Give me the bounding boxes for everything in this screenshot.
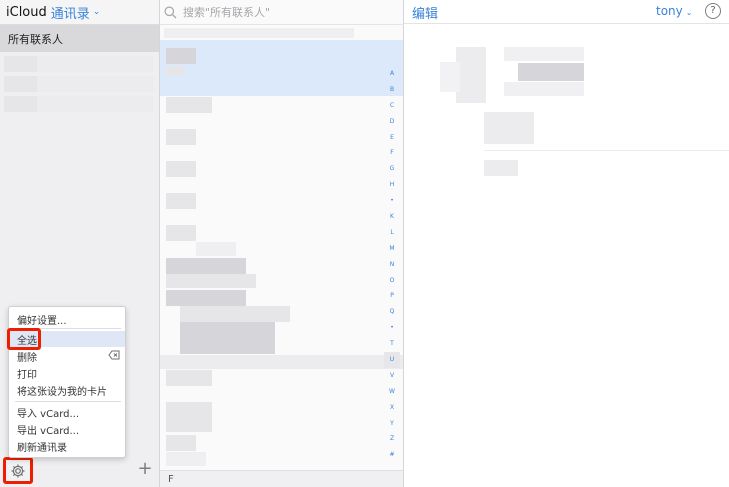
alphabet-index-letter[interactable]: L [390, 225, 393, 241]
menu-item-print[interactable]: 打印 [9, 365, 125, 381]
account-menu[interactable]: tony ⌄ [656, 4, 692, 18]
alphabet-index-letter[interactable]: P [390, 288, 394, 304]
search-input[interactable] [181, 4, 385, 20]
contact-field-blurred [484, 112, 534, 144]
contacts-app: iCloud 通讯录 ⌄ 所有联系人 + 偏好设置... 全选 删除 打印 将这… [0, 0, 729, 487]
alphabet-index-letter[interactable]: M [389, 241, 394, 257]
menu-item-label: 导入 vCard... [17, 408, 80, 420]
contact-row-selected[interactable] [160, 40, 403, 96]
user-name: tony [656, 4, 683, 18]
table-row[interactable] [166, 161, 196, 177]
contact-name-blurred [518, 63, 584, 81]
menu-item-preferences[interactable]: 偏好设置... [9, 311, 125, 327]
menu-item-export-vcard[interactable]: 导出 vCard... [9, 421, 125, 437]
menu-item-label: 导出 vCard... [17, 425, 80, 437]
contact-field-blurred [484, 160, 518, 176]
search-bar[interactable] [164, 2, 400, 22]
menu-divider [15, 401, 121, 402]
menu-item-import-vcard[interactable]: 导入 vCard... [9, 404, 125, 420]
group-label: 所有联系人 [8, 32, 63, 46]
alphabet-index-letter[interactable]: D [390, 114, 395, 130]
alphabet-index-letter[interactable]: H [390, 177, 395, 193]
menu-item-delete[interactable]: 删除 [9, 348, 125, 364]
section-letter: F [168, 473, 174, 485]
menu-item-set-my-card[interactable]: 将这张设为我的卡片 [9, 382, 125, 398]
contact-photo-blurred [440, 62, 460, 92]
alphabet-index-letter[interactable]: T [390, 336, 394, 352]
divider [160, 24, 404, 25]
alphabet-index-letter[interactable]: N [390, 257, 395, 273]
menu-item-label: 将这张设为我的卡片 [17, 386, 107, 398]
table-row[interactable] [166, 258, 246, 274]
chevron-down-icon: ⌄ [685, 8, 693, 17]
alphabet-index-letter[interactable]: G [390, 161, 395, 177]
contacts-list: ABCDEFGH•KLMNOPQ•TUVWXYZ# F [160, 0, 404, 487]
contact-name-blurred [166, 66, 184, 76]
settings-button[interactable] [3, 457, 33, 484]
alphabet-index-letter[interactable]: B [390, 82, 394, 98]
table-row[interactable] [180, 306, 290, 322]
alphabet-index: A B C D E F G H • K L M N O P Q • T U V W X Y Z # [384, 66, 400, 463]
table-row[interactable] [166, 274, 256, 288]
alphabet-index-letter[interactable]: C [390, 98, 394, 114]
table-row[interactable] [160, 355, 403, 369]
alphabet-index-letter[interactable]: X [390, 400, 394, 416]
app-switcher[interactable]: iCloud 通讯录 ⌄ [0, 0, 159, 25]
list-item[interactable] [4, 76, 154, 92]
section-header: F [160, 470, 403, 487]
table-row[interactable] [166, 129, 196, 145]
alphabet-index-letter[interactable]: • [390, 320, 394, 336]
table-row[interactable] [166, 435, 196, 451]
table-row[interactable] [166, 402, 212, 432]
contact-avatar-blurred [166, 48, 196, 64]
divider [484, 150, 729, 151]
table-row[interactable] [166, 290, 246, 306]
menu-item-label: 删除 [17, 352, 37, 364]
alphabet-index-letter[interactable]: A [390, 66, 394, 82]
alphabet-index-letter[interactable]: Y [390, 416, 394, 432]
table-row[interactable] [166, 97, 212, 113]
contact-name-blurred [504, 47, 584, 61]
menu-item-label: 刷新通讯录 [17, 442, 67, 454]
highlight-select-all-annotation [7, 328, 41, 350]
menu-item-refresh[interactable]: 刷新通讯录 [9, 438, 125, 454]
alphabet-index-letter[interactable]: K [390, 209, 394, 225]
alphabet-index-letter[interactable]: F [390, 145, 393, 161]
group-all-contacts[interactable]: 所有联系人 [0, 25, 159, 52]
table-row[interactable] [180, 322, 275, 354]
chevron-down-icon: ⌄ [92, 7, 101, 17]
table-row[interactable] [196, 242, 236, 256]
contact-photo-blurred [456, 47, 486, 103]
list-item[interactable] [4, 56, 154, 72]
menu-item-label: 打印 [17, 369, 37, 381]
alphabet-index-letter[interactable]: Q [390, 304, 395, 320]
contact-name-blurred [504, 82, 584, 96]
alphabet-index-letter[interactable]: V [390, 368, 394, 384]
table-row[interactable] [166, 225, 196, 241]
table-row[interactable] [166, 370, 212, 386]
alphabet-index-letter[interactable]: U [384, 352, 400, 368]
edit-button[interactable]: 编辑 [412, 3, 438, 22]
search-icon [164, 6, 177, 18]
gear-icon [11, 464, 25, 477]
table-row[interactable] [166, 193, 196, 209]
app-name-label: 通讯录 [50, 6, 90, 22]
alphabet-index-letter[interactable]: # [389, 447, 394, 463]
card-toolbar: 编辑 tony ⌄ ? [404, 0, 729, 24]
other-groups-blurred [4, 56, 154, 116]
list-item[interactable] [4, 96, 154, 112]
alphabet-index-letter[interactable]: E [390, 130, 394, 146]
table-row[interactable] [164, 28, 354, 38]
add-contact-button[interactable]: + [137, 460, 153, 478]
delete-key-icon [108, 350, 120, 360]
alphabet-index-letter[interactable]: Z [390, 431, 394, 447]
table-row[interactable] [166, 452, 206, 466]
alphabet-index-letter[interactable]: • [390, 193, 394, 209]
help-button[interactable]: ? [705, 3, 721, 19]
alphabet-index-letter[interactable]: O [390, 273, 395, 289]
alphabet-index-letter[interactable]: W [389, 384, 395, 400]
menu-item-label: 偏好设置... [17, 315, 67, 327]
brand-label: iCloud [6, 4, 47, 20]
contact-card: 编辑 tony ⌄ ? [404, 0, 729, 487]
